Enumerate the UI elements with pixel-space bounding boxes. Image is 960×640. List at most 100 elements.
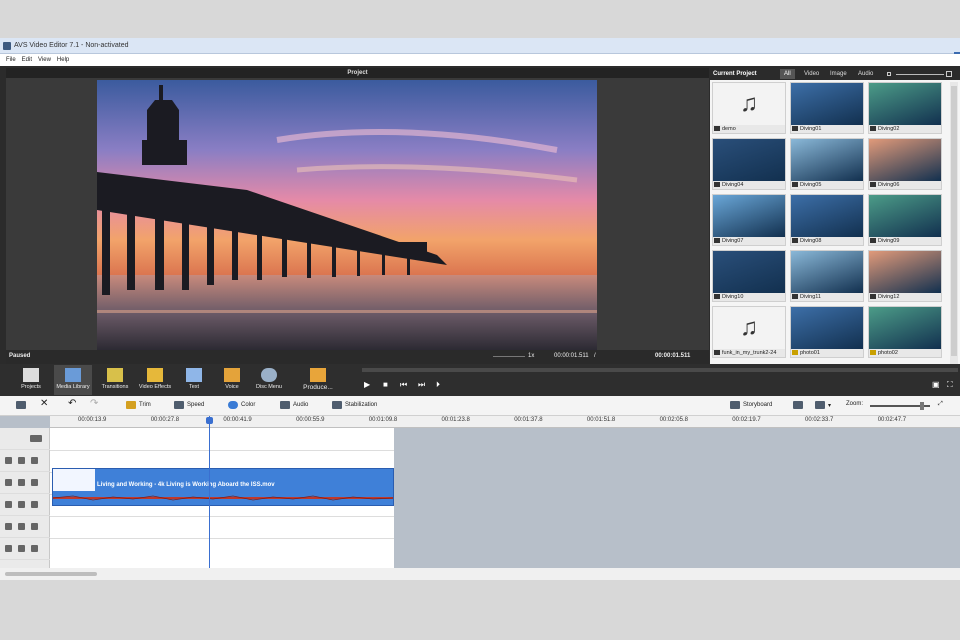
- jump-to-end-icon[interactable]: ⏵: [436, 380, 440, 390]
- projects-button[interactable]: Projects: [12, 365, 50, 395]
- voice-button[interactable]: Voice: [213, 365, 251, 395]
- previous-frame-icon[interactable]: ⏮: [400, 380, 407, 390]
- zoom-slider[interactable]: [870, 402, 930, 410]
- large-thumb-icon[interactable]: [946, 71, 952, 77]
- timeline-scrollbar-thumb[interactable]: [5, 572, 97, 576]
- media-item[interactable]: photo01: [790, 306, 864, 358]
- color-button[interactable]: Color: [228, 401, 255, 409]
- menu-file[interactable]: File: [6, 57, 16, 63]
- film-strip-icon: [30, 435, 42, 442]
- media-item[interactable]: Diving05: [790, 138, 864, 190]
- lock-icon[interactable]: [18, 479, 25, 486]
- eye-icon[interactable]: [5, 457, 12, 464]
- video-type-icon: [870, 238, 876, 244]
- media-item[interactable]: Diving09: [868, 194, 942, 246]
- clapboard-icon: [23, 368, 39, 382]
- playhead-handle[interactable]: [206, 417, 213, 424]
- speed-slider[interactable]: [493, 356, 525, 357]
- trim-button[interactable]: Trim: [126, 401, 151, 409]
- media-item-caption: photo01: [792, 349, 864, 358]
- small-thumb-icon[interactable]: [887, 72, 891, 76]
- text-button[interactable]: Text: [175, 365, 213, 395]
- play-icon[interactable]: ▶: [364, 380, 370, 389]
- next-frame-icon[interactable]: ⏭: [418, 380, 425, 390]
- lock-icon[interactable]: [18, 523, 25, 530]
- clip-title: Living and Working - 4k Living is Workin…: [97, 482, 275, 488]
- media-item[interactable]: photo02: [868, 306, 942, 358]
- media-item[interactable]: Diving11: [790, 250, 864, 302]
- menu-help[interactable]: Help: [57, 57, 69, 63]
- menu-view[interactable]: View: [38, 57, 51, 63]
- media-item[interactable]: Diving06: [868, 138, 942, 190]
- audio-mixer-icon[interactable]: [793, 401, 803, 409]
- media-item[interactable]: Diving07: [712, 194, 786, 246]
- preview-status-bar: Paused 1x 00:00:01.511 / 00:00:01.511: [6, 350, 709, 364]
- stop-icon[interactable]: ■: [383, 380, 388, 389]
- media-library-button[interactable]: Media Library: [54, 365, 92, 395]
- media-scrollbar[interactable]: [950, 82, 958, 364]
- video-preview[interactable]: [97, 80, 597, 350]
- media-item-caption: Diving01: [792, 125, 864, 134]
- eye-icon[interactable]: [5, 523, 12, 530]
- media-item-caption: Diving02: [870, 125, 942, 134]
- eye-icon[interactable]: [5, 479, 12, 486]
- filter-tab-image[interactable]: Image: [826, 69, 851, 79]
- stabilization-button[interactable]: Stabilization: [332, 401, 377, 409]
- split-icon[interactable]: [16, 401, 26, 409]
- media-item[interactable]: Diving12: [868, 250, 942, 302]
- trim-icon: [126, 401, 136, 409]
- lock-icon[interactable]: [18, 545, 25, 552]
- lock-icon[interactable]: [18, 501, 25, 508]
- transitions-icon: [107, 368, 123, 382]
- fullscreen-icon[interactable]: ⛶: [947, 380, 953, 390]
- display-options-icon[interactable]: ▾: [815, 401, 831, 409]
- playback-progress-bar[interactable]: [362, 368, 958, 372]
- media-thumbnail: [869, 251, 941, 293]
- media-grid: ♫ demo Diving01 Diving02 Diving04 Diving05 Div…: [712, 82, 948, 358]
- media-scrollbar-thumb[interactable]: [951, 86, 957, 356]
- video-effects-button[interactable]: Video Effects: [136, 365, 174, 395]
- speed-button[interactable]: Speed: [174, 401, 204, 409]
- photo-type-icon: [792, 350, 798, 356]
- music-note-icon: [31, 523, 38, 530]
- media-item-caption: photo02: [870, 349, 942, 358]
- undo-icon[interactable]: ↶: [68, 398, 76, 409]
- redo-icon[interactable]: ↷: [90, 398, 98, 409]
- media-item[interactable]: Diving10: [712, 250, 786, 302]
- text-label: Text: [188, 384, 200, 390]
- title-bar: AVS Video Editor 7.1 - Non-activated: [0, 38, 960, 64]
- thumb-size-slider[interactable]: [896, 74, 944, 75]
- storyboard-button[interactable]: Storyboard: [730, 401, 772, 409]
- media-item-caption: Diving07: [714, 237, 786, 246]
- media-item[interactable]: Diving02: [868, 82, 942, 134]
- disc-menu-button[interactable]: Disc Menu: [250, 365, 288, 395]
- menu-edit[interactable]: Edit: [22, 57, 32, 63]
- delete-icon[interactable]: ✕: [40, 398, 48, 409]
- filter-tab-audio[interactable]: Audio: [854, 69, 877, 79]
- video-type-icon: [714, 238, 720, 244]
- eye-icon[interactable]: [5, 501, 12, 508]
- video-clip[interactable]: Living and Working - 4k Living is Workin…: [52, 468, 394, 506]
- fit-timeline-icon[interactable]: ⤢: [938, 401, 943, 408]
- media-item[interactable]: Diving04: [712, 138, 786, 190]
- timeline-ruler[interactable]: 00:00:13.9 00:00:27.8 00:00:41.9 00:00:55.9…: [50, 416, 960, 428]
- media-item-caption: Diving08: [792, 237, 864, 246]
- transitions-button[interactable]: Transitions: [96, 365, 134, 395]
- snapshot-icon[interactable]: ▣: [932, 380, 940, 389]
- media-item[interactable]: ♫ funk_in_my_trunk2-24: [712, 306, 786, 358]
- zoom-slider-knob[interactable]: [920, 402, 924, 410]
- filter-tab-video[interactable]: Video: [800, 69, 823, 79]
- audio-button[interactable]: Audio: [280, 401, 308, 409]
- filter-tab-all[interactable]: All: [780, 69, 795, 79]
- media-item[interactable]: Diving08: [790, 194, 864, 246]
- playhead[interactable]: [206, 416, 213, 568]
- menu-bar: File Edit View Help: [0, 54, 960, 66]
- timeline-scrollbar[interactable]: [0, 568, 960, 580]
- color-icon: [228, 401, 238, 409]
- produce-button[interactable]: Produce...: [298, 365, 338, 395]
- lock-icon[interactable]: [18, 457, 25, 464]
- media-item[interactable]: ♫ demo: [712, 82, 786, 134]
- eye-icon[interactable]: [5, 545, 12, 552]
- media-item[interactable]: Diving01: [790, 82, 864, 134]
- media-item-caption: Diving12: [870, 293, 942, 302]
